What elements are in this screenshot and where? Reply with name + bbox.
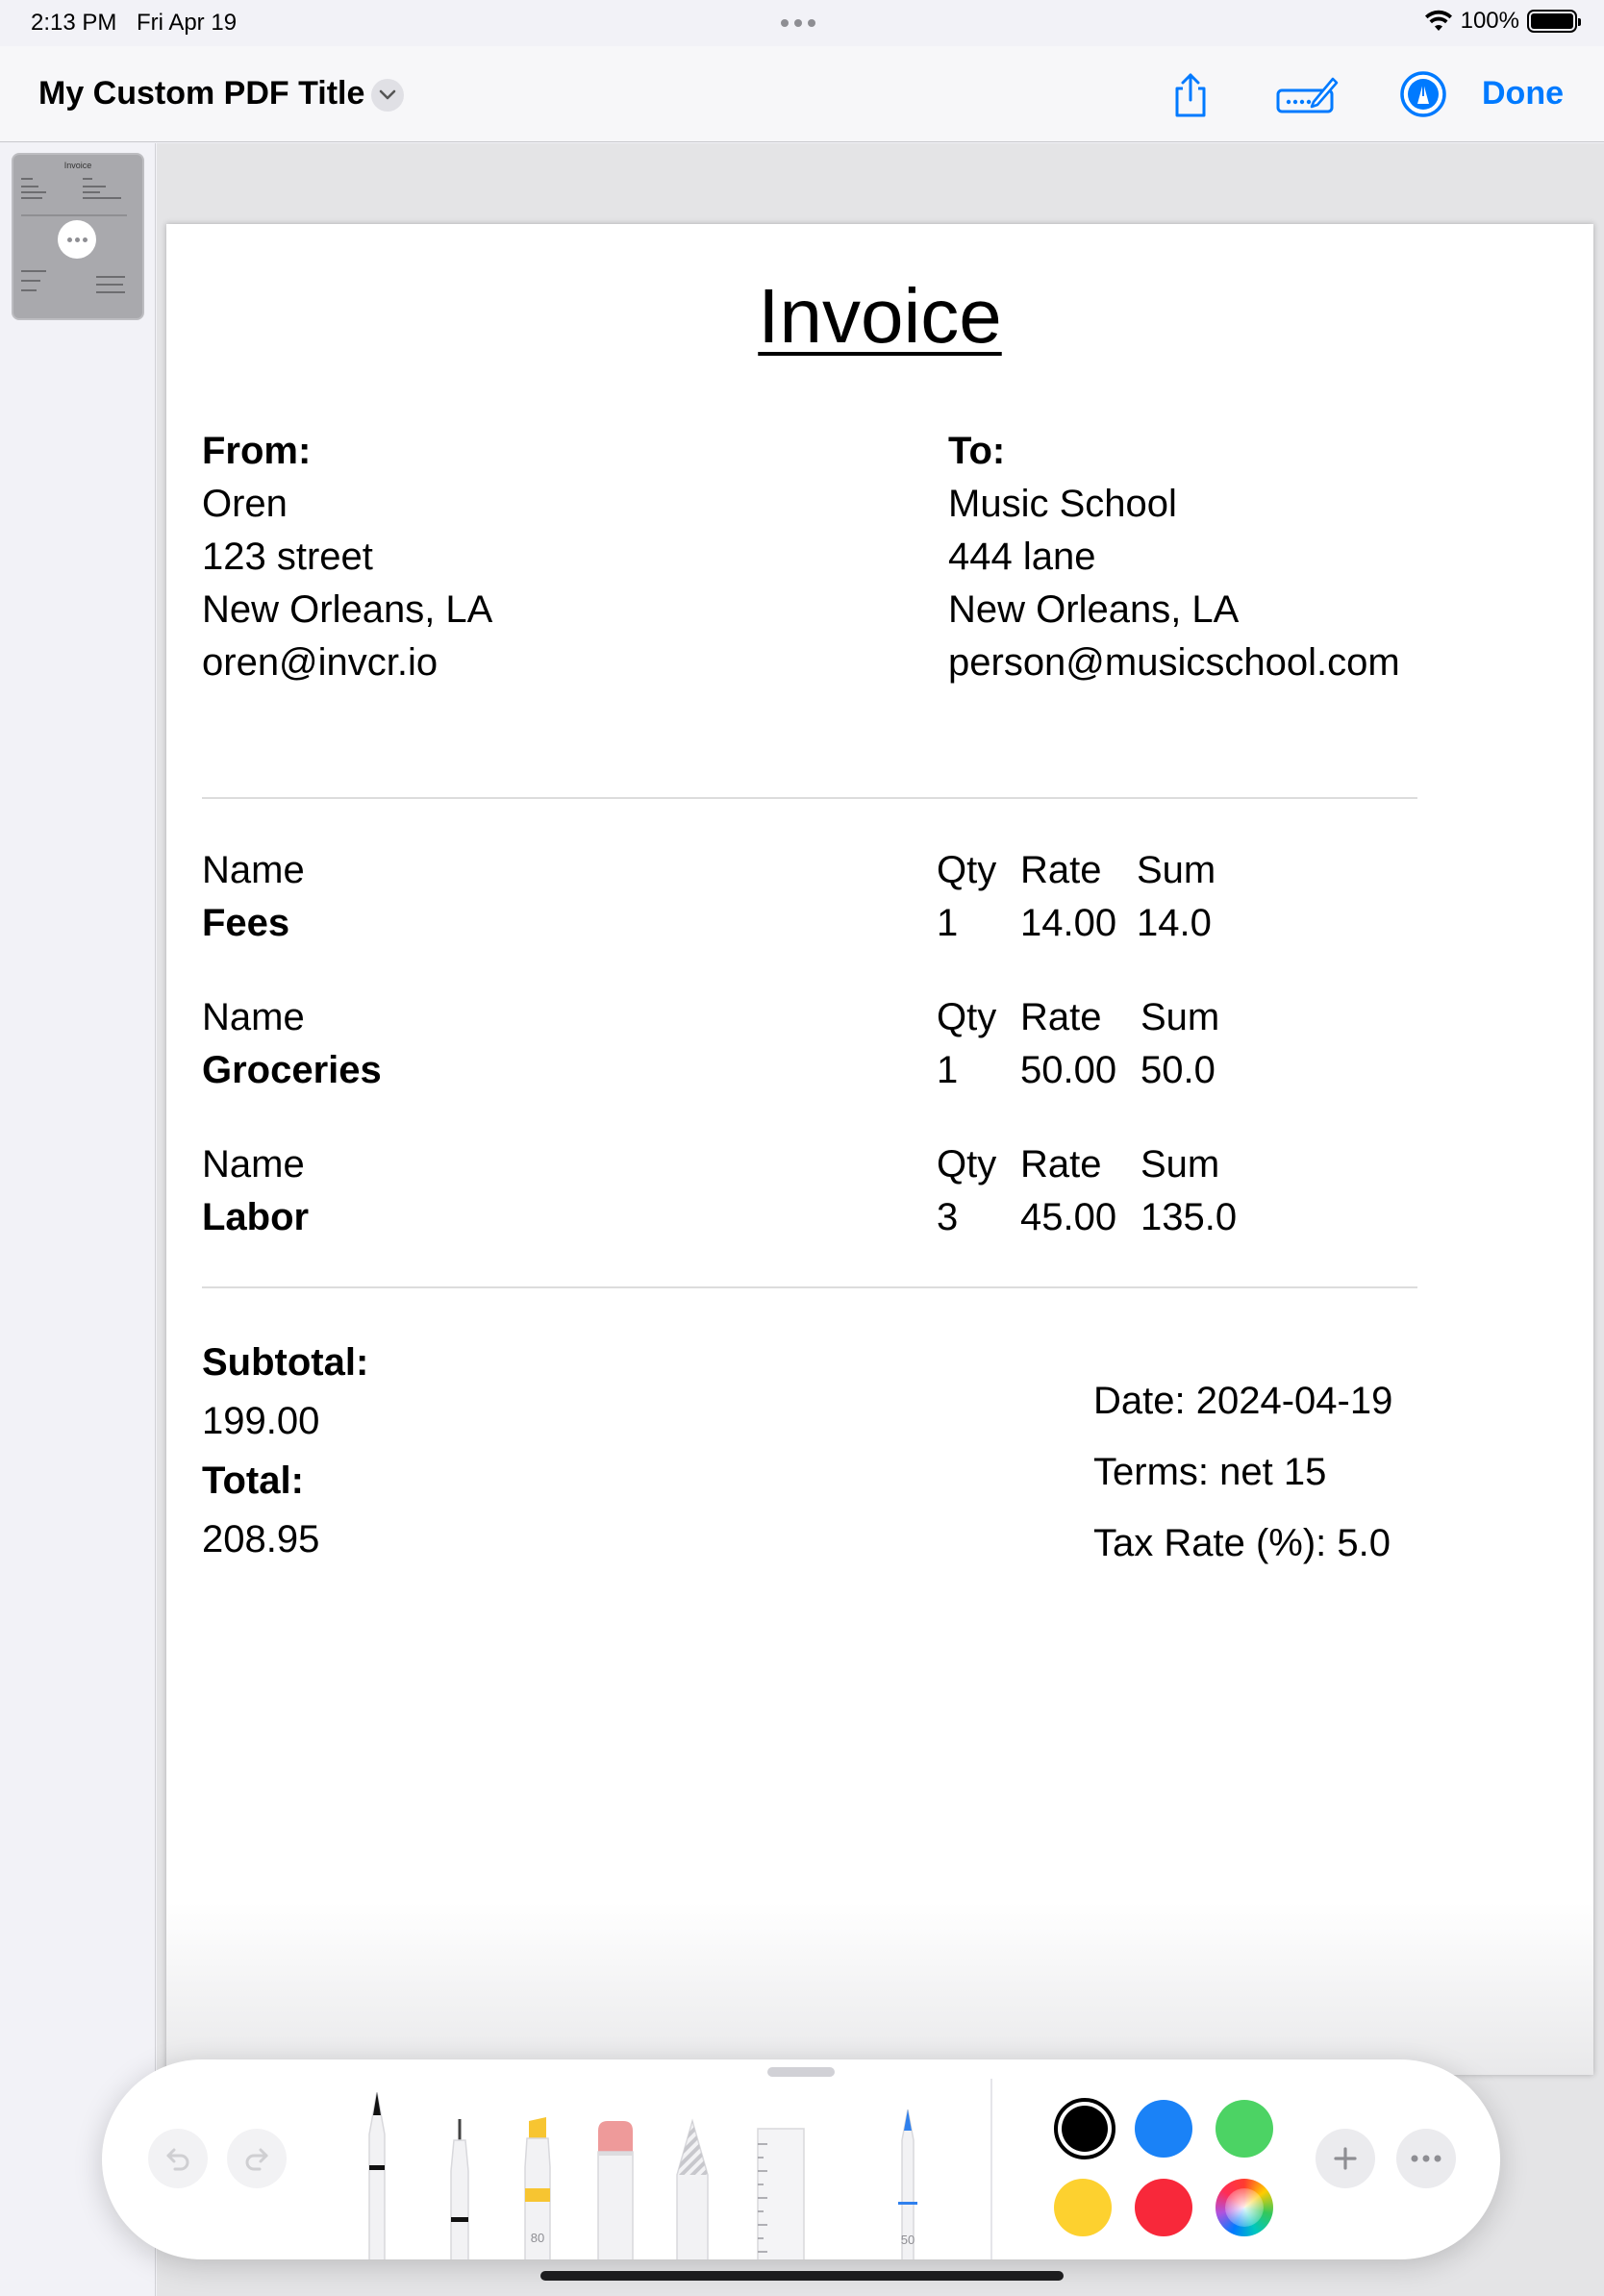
to-name: Music School [948,483,1177,525]
home-indicator[interactable] [540,2271,1064,2281]
status-right: 100% [1424,8,1581,35]
done-button[interactable]: Done [1482,75,1564,112]
item-rate: 45.00 [1020,1196,1117,1238]
item-name: Fees [202,902,290,944]
document-title[interactable]: My Custom PDF Title [38,75,364,112]
toolbar-grabber[interactable] [767,2067,835,2077]
thumbnail-more-button[interactable] [58,220,96,259]
ellipsis-icon [1411,2155,1441,2162]
item-qty-label: Qty [937,996,997,1038]
color-swatch-green[interactable] [1216,2100,1273,2158]
document-viewer[interactable]: Invoice From: Oren 123 street New Orlean… [157,143,1604,2296]
to-label: To: [948,430,1006,472]
item-sum-label: Sum [1140,996,1220,1038]
page-thumbnail[interactable]: Invoice [12,153,144,320]
divider [202,797,1417,799]
lasso-tool-icon[interactable] [671,2117,714,2259]
to-email: person@musicschool.com [948,641,1400,684]
page-bottom-shade [166,1902,1593,2075]
item-name: Groceries [202,1049,382,1091]
more-options-button[interactable] [1396,2129,1456,2188]
item-rate: 50.00 [1020,1049,1117,1091]
item-rate-label: Rate [1020,849,1102,891]
wifi-icon [1424,10,1452,31]
color-swatch-red[interactable] [1135,2179,1192,2236]
tools-divider [990,2079,992,2259]
eraser-tool-icon[interactable] [594,2117,637,2259]
item-qty: 1 [937,902,959,944]
item-name: Labor [202,1196,310,1238]
pen-tool-icon[interactable] [356,2088,398,2259]
selected-color-dot [1062,2106,1108,2152]
item-sum: 50.0 [1140,1049,1216,1091]
from-name: Oren [202,483,288,525]
invoice-date: Date: 2024-04-19 [1093,1380,1393,1422]
from-street: 123 street [202,536,373,578]
add-button[interactable] [1316,2129,1375,2188]
item-qty: 3 [937,1196,959,1238]
pdf-page[interactable]: Invoice From: Oren 123 street New Orlean… [166,224,1593,2075]
status-bar: 2:13 PM Fri Apr 19 100% [0,0,1604,46]
invoice-tax-rate: Tax Rate (%): 5.0 [1093,1522,1391,1564]
chevron-down-icon [379,89,396,100]
highlighter-size-label: 80 [531,2231,544,2245]
item-qty: 1 [937,1049,959,1091]
total-value: 208.95 [202,1518,320,1560]
item-qty-label: Qty [937,1143,997,1185]
total-label: Total: [202,1460,304,1502]
share-icon[interactable] [1169,71,1212,119]
color-swatch-black[interactable] [1054,2098,1115,2159]
pencil-tool-icon[interactable]: 50 [889,2108,927,2259]
status-time: 2:13 PM [31,10,117,36]
item-name-label: Name [202,1143,305,1185]
invoice-terms: Terms: net 15 [1093,1451,1327,1493]
from-label: From: [202,430,312,472]
to-street: 444 lane [948,536,1096,578]
item-name-label: Name [202,849,305,891]
redo-icon [245,2148,268,2171]
item-sum: 14.0 [1137,902,1212,944]
battery-fill [1531,13,1573,29]
invoice-title: Invoice [758,273,1002,359]
markup-toolbar: 80 50 [102,2059,1500,2259]
title-menu-button[interactable] [371,79,404,112]
highlighter-tool-icon[interactable]: 80 [515,2117,560,2259]
nav-bar: My Custom PDF Title Done [0,46,1604,142]
color-swatch-blue[interactable] [1135,2100,1192,2158]
item-qty-label: Qty [937,849,997,891]
divider [202,1286,1417,1288]
redo-button[interactable] [227,2129,287,2188]
item-rate: 14.00 [1020,902,1117,944]
battery-percent: 100% [1460,8,1519,34]
to-city: New Orleans, LA [948,588,1240,631]
item-sum: 135.0 [1140,1196,1238,1238]
status-date: Fri Apr 19 [137,10,238,36]
subtotal-value: 199.00 [202,1400,320,1442]
ruler-tool-icon[interactable] [754,2127,808,2259]
from-city: New Orleans, LA [202,588,493,631]
item-rate-label: Rate [1020,1143,1102,1185]
color-swatch-yellow[interactable] [1054,2179,1112,2236]
color-picker-icon[interactable] [1216,2179,1273,2236]
item-sum-label: Sum [1137,849,1216,891]
battery-icon [1527,10,1581,33]
pencil-size-label: 50 [901,2233,915,2247]
undo-icon [166,2148,189,2171]
from-email: oren@invcr.io [202,641,439,684]
fineliner-tool-icon[interactable] [439,2117,481,2259]
item-name-label: Name [202,996,305,1038]
signature-field-icon[interactable] [1275,75,1339,115]
undo-button[interactable] [148,2129,208,2188]
page-thumbnails-sidebar: Invoice [0,143,156,2296]
thumbnail-title: Invoice [63,161,92,170]
item-rate-label: Rate [1020,996,1102,1038]
markup-pen-icon[interactable] [1398,69,1448,119]
plus-icon [1334,2147,1357,2170]
subtotal-label: Subtotal: [202,1341,369,1384]
item-sum-label: Sum [1140,1143,1220,1185]
multitasking-dots-icon[interactable] [781,19,815,27]
